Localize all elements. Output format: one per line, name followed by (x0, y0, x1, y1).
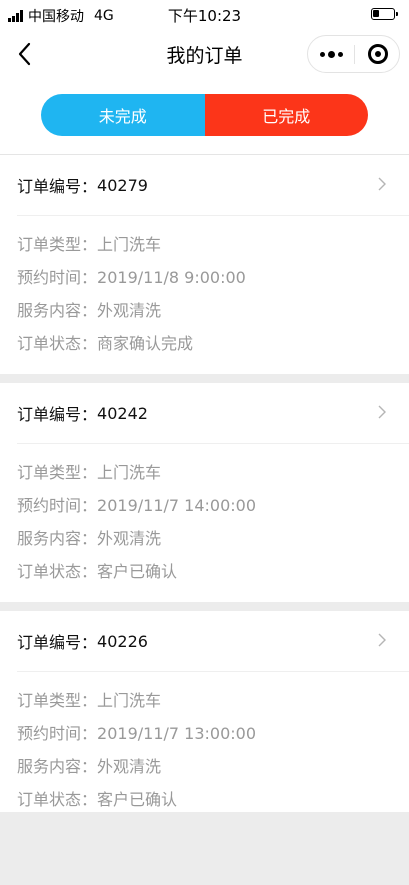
order-time: 2019/11/8 9:00:00 (97, 268, 246, 287)
order-service: 外观清洗 (97, 301, 162, 320)
order-status-row: 订单状态：商家确认完成 (17, 334, 194, 353)
order-details: 订单类型：上门洗车 预约时间：2019/11/8 9:00:00 服务内容：外观… (0, 216, 409, 374)
battery-level (373, 10, 379, 17)
order-card: 订单编号： 40226 订单类型：上门洗车 预约时间：2019/11/7 13:0… (0, 611, 409, 830)
order-details: 订单类型：上门洗车 预约时间：2019/11/7 14:00:00 服务内容：外… (0, 444, 409, 602)
order-type-row: 订单类型：上门洗车 (17, 235, 162, 254)
close-mini-program-button[interactable] (355, 36, 400, 72)
order-details: 订单类型：上门洗车 预约时间：2019/11/7 13:00:00 服务内容：外… (0, 672, 409, 830)
order-number-label: 订单编号 (17, 633, 82, 652)
tab-completed[interactable]: 已完成 (204, 94, 368, 136)
more-button[interactable] (308, 36, 354, 72)
segmented-control: 未完成 已完成 (41, 94, 368, 136)
order-number-label: 订单编号 (17, 405, 82, 424)
order-status: 客户已确认 (97, 562, 178, 581)
more-dots-icon (319, 51, 325, 57)
order-service: 外观清洗 (97, 757, 162, 776)
page-bottom-background (0, 812, 409, 885)
tab-bar: 未完成 已完成 (0, 80, 409, 155)
status-bar: 中国移动 4G 下午10:23 (0, 0, 409, 28)
order-header[interactable]: 订单编号： 40279 (17, 155, 409, 216)
mini-program-capsule (307, 35, 400, 73)
nav-bar: 我的订单 (0, 28, 409, 80)
order-card: 订单编号： 40279 订单类型：上门洗车 预约时间：2019/11/8 9:00… (0, 155, 409, 374)
order-service: 外观清洗 (97, 529, 162, 548)
order-service-row: 服务内容：外观清洗 (17, 529, 162, 548)
chevron-right-icon (378, 633, 386, 647)
order-list: 订单编号： 40279 订单类型：上门洗车 预约时间：2019/11/8 9:00… (0, 155, 409, 839)
order-time-row: 预约时间：2019/11/8 9:00:00 (17, 268, 246, 287)
order-status-row: 订单状态：客户已确认 (17, 562, 178, 581)
order-time-row: 预约时间：2019/11/7 13:00:00 (17, 724, 257, 743)
order-header[interactable]: 订单编号： 40242 (17, 383, 409, 444)
chevron-right-icon (378, 405, 386, 419)
order-type-row: 订单类型：上门洗车 (17, 463, 162, 482)
tab-pending[interactable]: 未完成 (41, 94, 205, 136)
order-number: 40242 (97, 403, 148, 423)
order-type: 上门洗车 (97, 691, 162, 710)
order-type: 上门洗车 (97, 463, 162, 482)
chevron-right-icon (378, 177, 386, 191)
order-card: 订单编号： 40242 订单类型：上门洗车 预约时间：2019/11/7 14:0… (0, 383, 409, 602)
order-number-label: 订单编号 (17, 177, 82, 196)
order-status: 商家确认完成 (97, 334, 194, 353)
status-time: 下午10:23 (167, 7, 242, 25)
order-header[interactable]: 订单编号： 40226 (17, 611, 409, 672)
battery-icon (371, 8, 398, 20)
order-number: 40279 (97, 175, 148, 195)
order-time-row: 预约时间：2019/11/7 14:00:00 (17, 496, 257, 515)
order-type-row: 订单类型：上门洗车 (17, 691, 162, 710)
order-time: 2019/11/7 14:00:00 (97, 496, 257, 515)
order-service-row: 服务内容：外观清洗 (17, 757, 162, 776)
order-type: 上门洗车 (97, 235, 162, 254)
order-time: 2019/11/7 13:00:00 (97, 724, 257, 743)
order-status: 客户已确认 (97, 790, 178, 809)
order-service-row: 服务内容：外观清洗 (17, 301, 162, 320)
order-number: 40226 (97, 631, 148, 651)
